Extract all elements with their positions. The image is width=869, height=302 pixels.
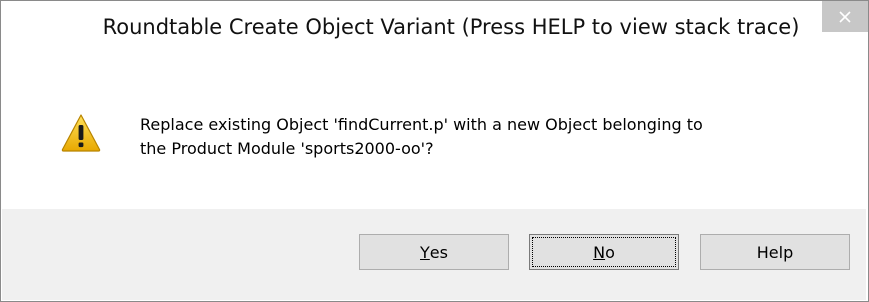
no-button[interactable]: No <box>529 234 679 270</box>
close-button[interactable] <box>822 1 868 32</box>
no-mnemonic: N <box>593 242 606 262</box>
help-button[interactable]: Help <box>700 234 850 270</box>
button-bar: Yes No Help <box>2 209 866 300</box>
close-icon <box>839 10 851 23</box>
yes-mnemonic: Y <box>420 242 430 262</box>
dialog-window: Roundtable Create Object Variant (Press … <box>0 0 869 302</box>
yes-button[interactable]: Yes <box>359 234 509 270</box>
warning-icon <box>61 114 101 152</box>
message-area: Replace existing Object 'findCurrent.p' … <box>2 63 866 209</box>
no-label-rest: o <box>605 242 615 262</box>
title-bar[interactable]: Roundtable Create Object Variant (Press … <box>1 1 868 63</box>
yes-label-rest: es <box>429 242 448 262</box>
message-text: Replace existing Object 'findCurrent.p' … <box>140 115 703 158</box>
window-title: Roundtable Create Object Variant (Press … <box>102 15 800 39</box>
